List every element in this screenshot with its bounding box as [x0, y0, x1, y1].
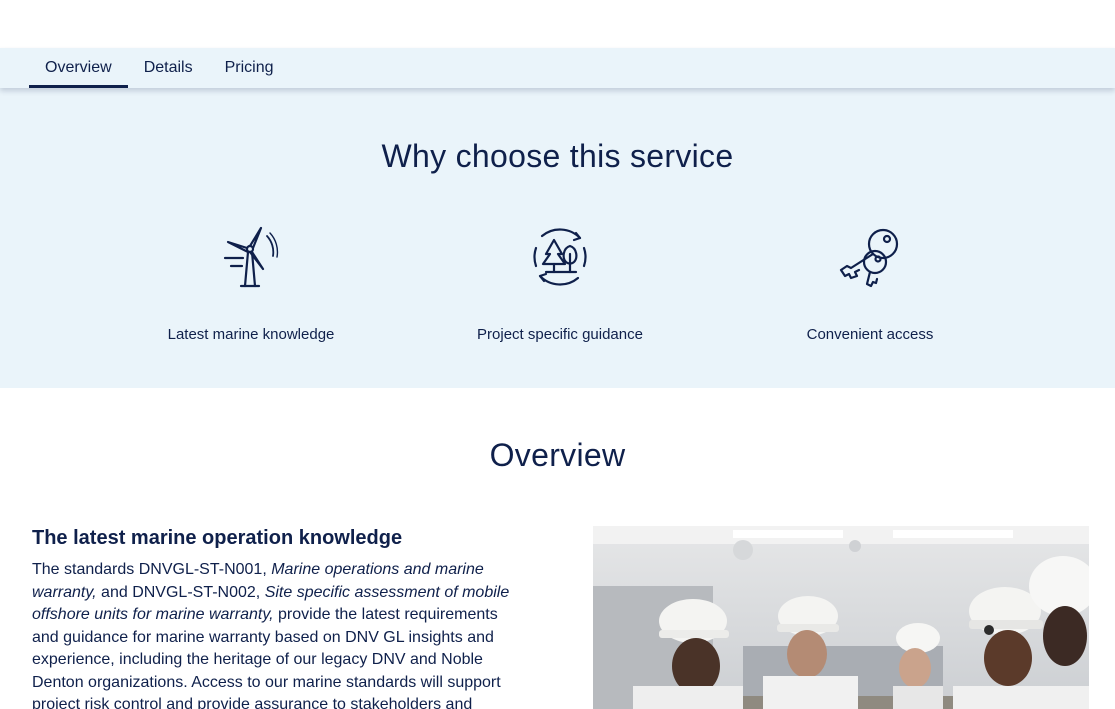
why-choose-title: Why choose this service [381, 138, 734, 174]
feature-label: Convenient access [806, 326, 934, 343]
feature-convenient-access: Convenient access [740, 226, 1000, 343]
workers-photo-illustration [593, 526, 1089, 709]
overview-title: Overview [489, 437, 626, 473]
paragraph-text: and DNVGL-ST-N002, [96, 583, 265, 601]
feature-label: Project specific guidance [477, 326, 643, 343]
section-tab-bar: Overview Details Pricing [0, 48, 1115, 88]
feature-latest-knowledge: Latest marine knowledge [121, 226, 381, 343]
feature-project-guidance: Project specific guidance [430, 226, 690, 343]
overview-heading: The latest marine operation knowledge [32, 527, 403, 549]
keys-icon [839, 228, 899, 288]
tab-details[interactable]: Details [128, 48, 209, 88]
feature-label: Latest marine knowledge [167, 326, 335, 343]
page-top-strip [0, 0, 1115, 48]
overview-paragraph: The standards DNVGL-ST-N001, Marine oper… [32, 559, 527, 709]
paragraph-text: The standards DNVGL-ST-N001, [32, 561, 272, 578]
wind-turbine-icon [223, 226, 279, 288]
overview-text-column: The latest marine operation knowledge Th… [32, 527, 527, 709]
why-choose-section: Why choose this service Latest marine kn… [0, 88, 1115, 388]
tab-pricing[interactable]: Pricing [209, 48, 290, 88]
forest-cycle-icon [533, 228, 587, 286]
workers-photo [593, 526, 1089, 709]
tab-overview[interactable]: Overview [29, 48, 128, 88]
